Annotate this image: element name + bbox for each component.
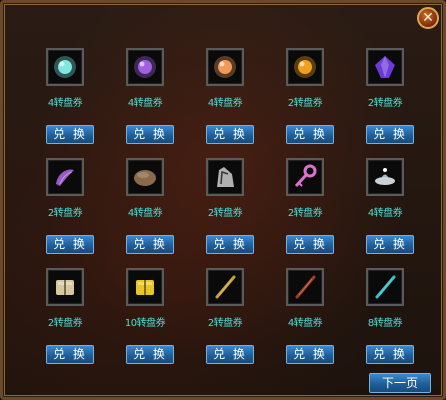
- exchange-button[interactable]: 兑 换: [46, 125, 94, 144]
- exchange-button[interactable]: 兑 换: [286, 125, 334, 144]
- item-price: 2转盘券: [47, 318, 83, 329]
- next-page-button[interactable]: 下一页: [369, 373, 431, 393]
- exchange-panel: ✕ 4转盘券兑 换 4转盘券兑 换 4转盘券兑 换 2转盘券兑 换 2转盘券兑 换 2转盘…: [0, 0, 446, 400]
- item-price: 10转盘券: [124, 318, 166, 329]
- item-cell: 4转盘券兑 换: [363, 158, 443, 268]
- cyan-orb-icon[interactable]: [46, 48, 84, 86]
- item-cell: 2转盘券兑 换: [283, 48, 363, 158]
- book-icon[interactable]: [46, 268, 84, 306]
- item-price: 4转盘券: [287, 318, 323, 329]
- exchange-button[interactable]: 兑 换: [126, 345, 174, 364]
- item-cell: 10转盘券兑 换: [123, 268, 203, 378]
- pink-key-icon[interactable]: [286, 158, 324, 196]
- purple-claw-icon[interactable]: [46, 158, 84, 196]
- item-cell: 2转盘券兑 换: [283, 158, 363, 268]
- item-cell: 4转盘券兑 换: [123, 48, 203, 158]
- exchange-button[interactable]: 兑 换: [286, 345, 334, 364]
- item-price: 4转盘券: [367, 208, 403, 219]
- cyan-stick-icon[interactable]: [366, 268, 404, 306]
- item-cell: 2转盘券兑 换: [203, 268, 283, 378]
- item-cell: 8转盘券兑 换: [363, 268, 443, 378]
- item-price: 2转盘券: [287, 208, 323, 219]
- item-price: 2转盘券: [207, 318, 243, 329]
- gold-stick-icon[interactable]: [206, 268, 244, 306]
- exchange-button[interactable]: 兑 换: [366, 235, 414, 254]
- exchange-button[interactable]: 兑 换: [126, 235, 174, 254]
- exchange-button[interactable]: 兑 换: [206, 345, 254, 364]
- item-cell: 2转盘券兑 换: [43, 158, 123, 268]
- item-cell: 4转盘券兑 换: [203, 48, 283, 158]
- item-cell: 2转盘券兑 换: [363, 48, 443, 158]
- violet-gem-icon[interactable]: [366, 48, 404, 86]
- item-cell: 2转盘券兑 换: [43, 268, 123, 378]
- fire-orb-icon[interactable]: [286, 48, 324, 86]
- purple-orb-icon[interactable]: [126, 48, 164, 86]
- silver-wing-icon[interactable]: [206, 158, 244, 196]
- red-stick-icon[interactable]: [286, 268, 324, 306]
- item-price: 2转盘券: [367, 98, 403, 109]
- brown-stone-icon[interactable]: [126, 158, 164, 196]
- item-cell: 4转盘券兑 换: [123, 158, 203, 268]
- item-cell: 4转盘券兑 换: [43, 48, 123, 158]
- orange-orb-icon[interactable]: [206, 48, 244, 86]
- item-cell: 2转盘券兑 换: [203, 158, 283, 268]
- item-price: 4转盘券: [47, 98, 83, 109]
- exchange-button[interactable]: 兑 换: [286, 235, 334, 254]
- item-price: 4转盘券: [127, 208, 163, 219]
- exchange-button[interactable]: 兑 换: [366, 345, 414, 364]
- close-icon[interactable]: ✕: [417, 7, 439, 29]
- item-grid: 4转盘券兑 换 4转盘券兑 换 4转盘券兑 换 2转盘券兑 换 2转盘券兑 换 2转盘券兑…: [43, 48, 433, 378]
- silver-lamp-icon[interactable]: [366, 158, 404, 196]
- exchange-button[interactable]: 兑 换: [366, 125, 414, 144]
- item-cell: 4转盘券兑 换: [283, 268, 363, 378]
- gold-book-icon[interactable]: [126, 268, 164, 306]
- item-price: 4转盘券: [127, 98, 163, 109]
- item-price: 2转盘券: [207, 208, 243, 219]
- exchange-button[interactable]: 兑 换: [206, 235, 254, 254]
- exchange-button[interactable]: 兑 换: [126, 125, 174, 144]
- item-price: 4转盘券: [207, 98, 243, 109]
- exchange-button[interactable]: 兑 换: [46, 235, 94, 254]
- item-price: 8转盘券: [367, 318, 403, 329]
- item-price: 2转盘券: [47, 208, 83, 219]
- exchange-button[interactable]: 兑 换: [46, 345, 94, 364]
- exchange-button[interactable]: 兑 换: [206, 125, 254, 144]
- item-price: 2转盘券: [287, 98, 323, 109]
